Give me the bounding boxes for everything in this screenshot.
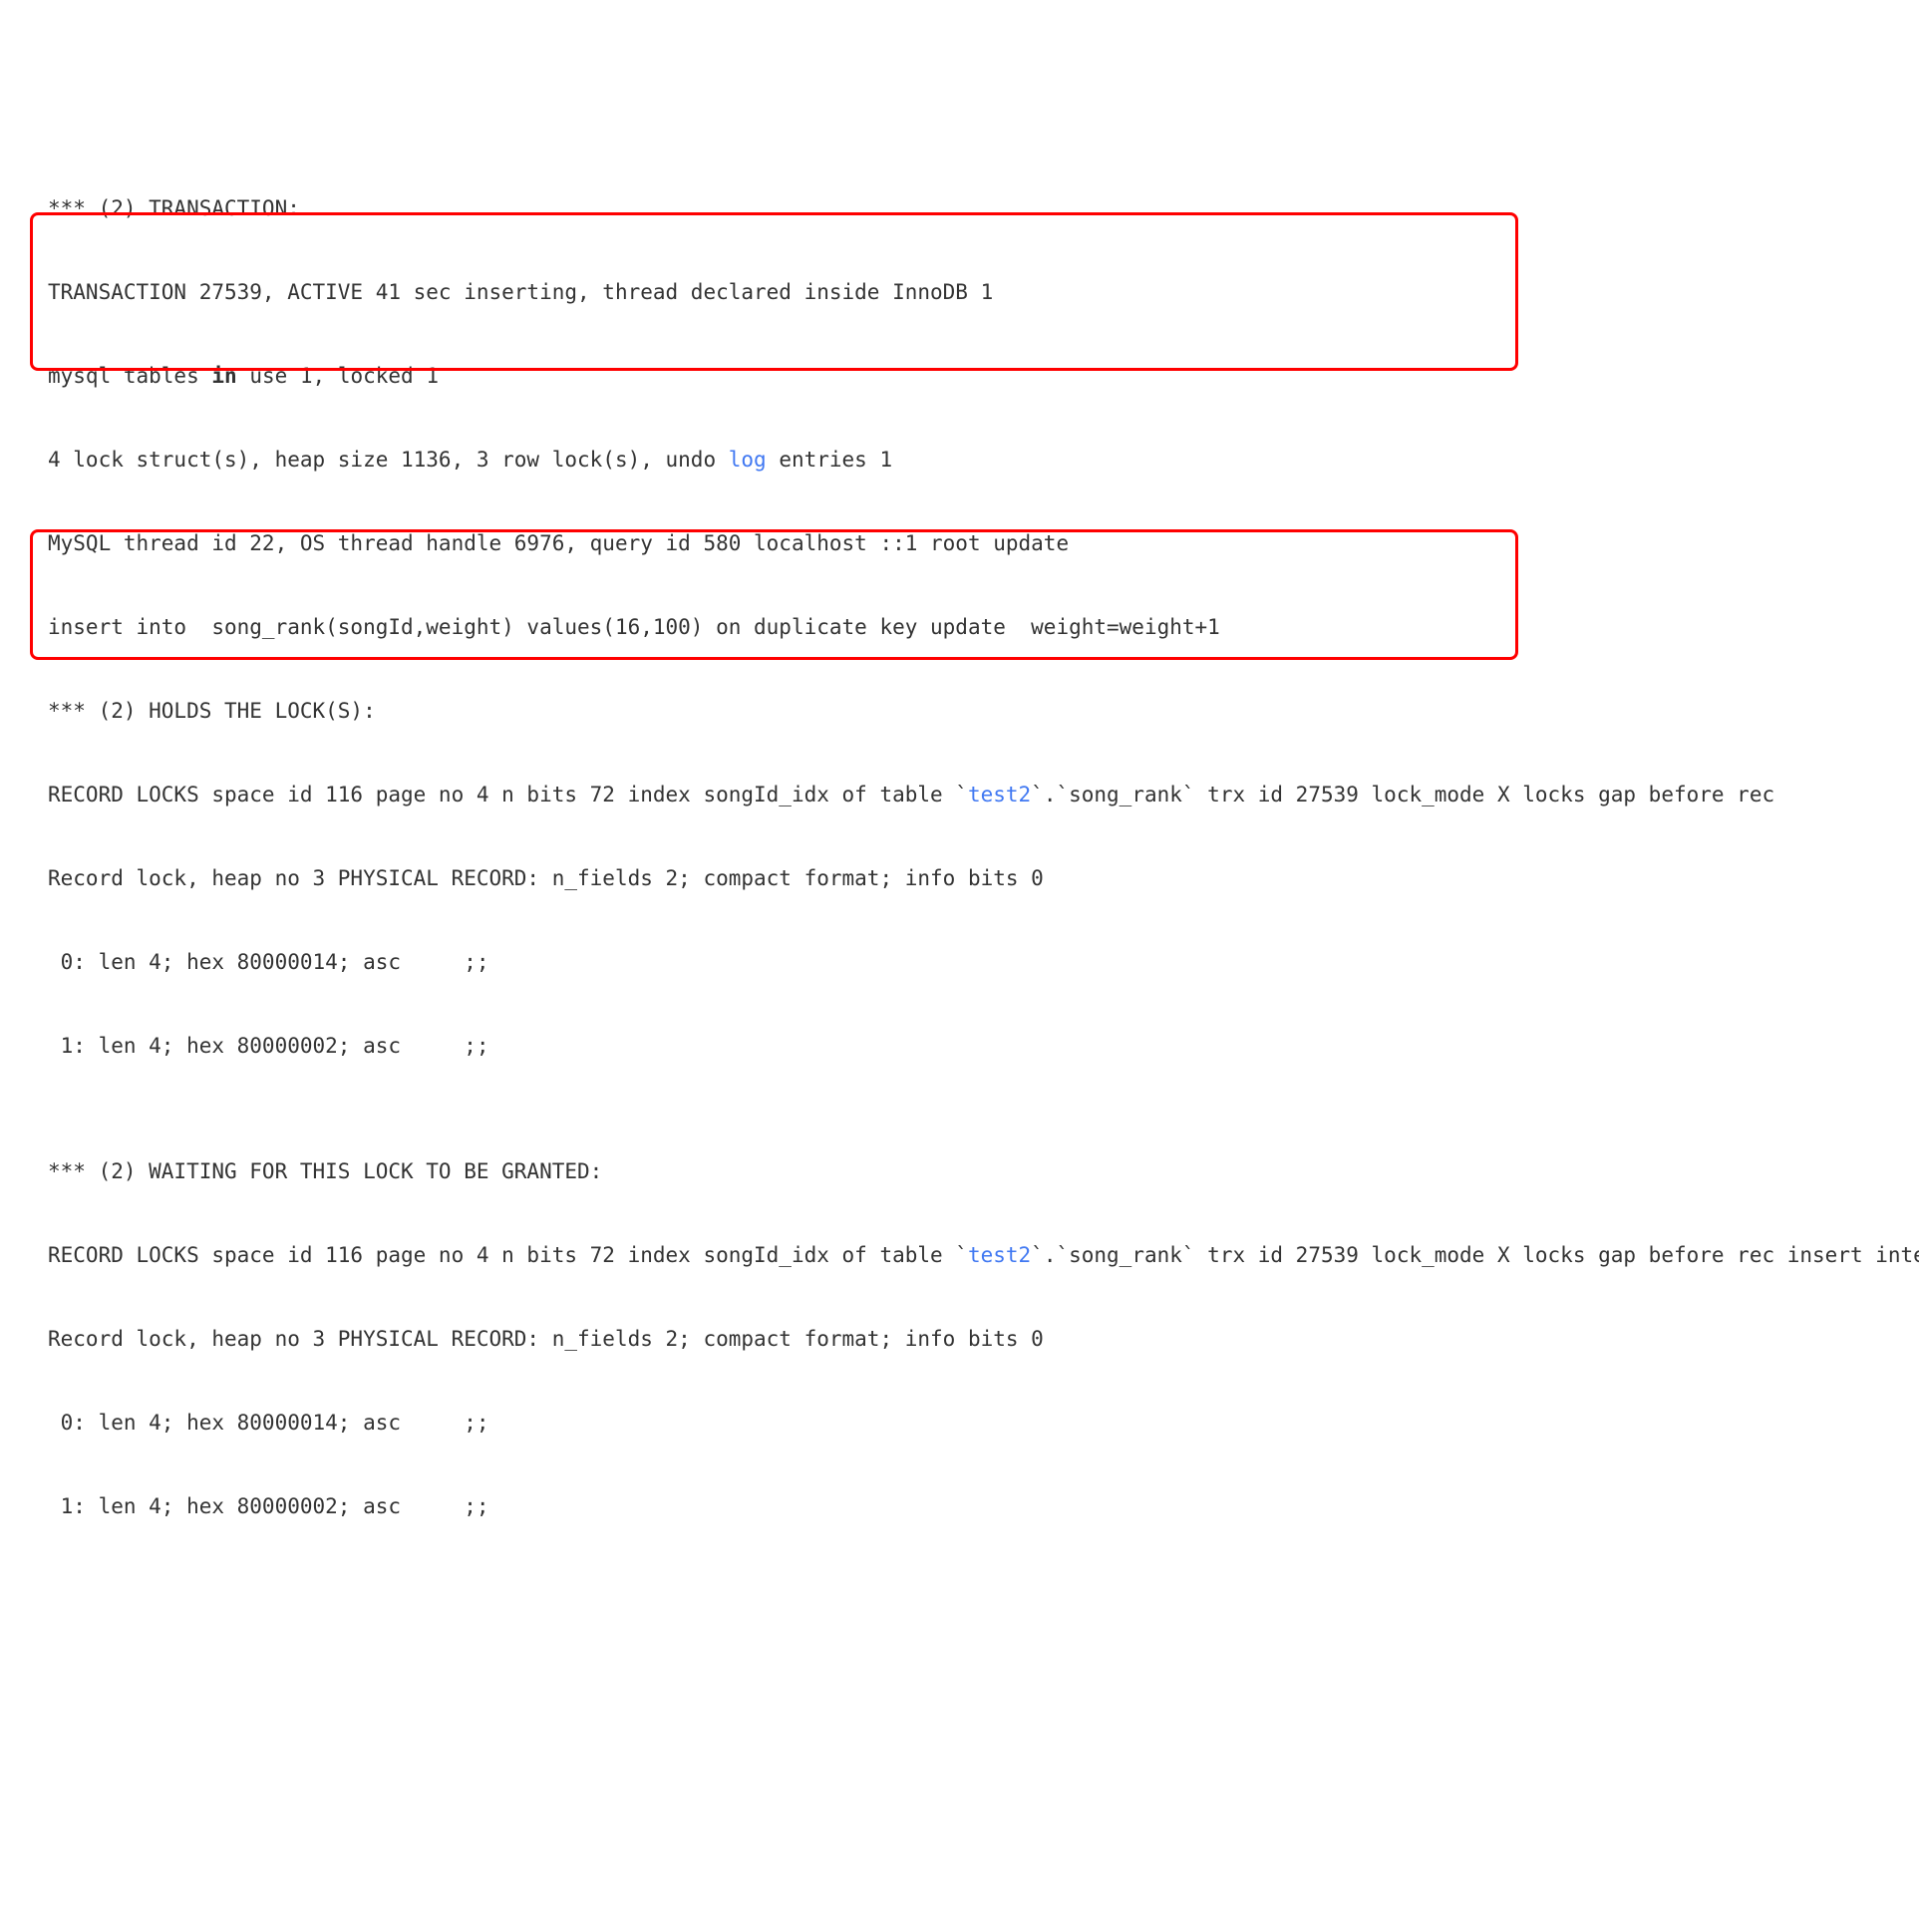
- code-line: TRANSACTION 27539, ACTIVE 41 sec inserti…: [48, 271, 1919, 313]
- watermark-text: @稀土掘金技术社区: [1766, 1928, 1901, 1932]
- code-line: *** (2) TRANSACTION:: [48, 187, 1919, 229]
- code-line: 0: len 4; hex 80000014; asc ;;: [48, 1402, 1919, 1444]
- code-line: *** (2) WAITING FOR THIS LOCK TO BE GRAN…: [48, 1150, 1919, 1192]
- code-text: 4 lock struct(s), heap size 1136, 3 row …: [48, 448, 729, 472]
- keyword-in: in: [211, 364, 236, 388]
- code-line: Record lock, heap no 3 PHYSICAL RECORD: …: [48, 857, 1919, 899]
- code-line: 0: len 4; hex 80000014; asc ;;: [48, 941, 1919, 983]
- code-text: use 1, locked 1: [237, 364, 439, 388]
- code-text: `.`song_rank` trx id 27539 lock_mode X l…: [1031, 1243, 1919, 1267]
- code-line: *** (2) HOLDS THE LOCK(S):: [48, 690, 1919, 732]
- code-line: 4 lock struct(s), heap size 1136, 3 row …: [48, 439, 1919, 481]
- code-text: RECORD LOCKS space id 116 page no 4 n bi…: [48, 1243, 968, 1267]
- code-line: RECORD LOCKS space id 116 page no 4 n bi…: [48, 774, 1919, 815]
- code-line: mysql tables in use 1, locked 1: [48, 355, 1919, 397]
- token-test2: test2: [968, 783, 1031, 806]
- code-text: mysql tables: [48, 364, 211, 388]
- code-text: RECORD LOCKS space id 116 page no 4 n bi…: [48, 783, 968, 806]
- code-line: insert into song_rank(songId,weight) val…: [48, 606, 1919, 648]
- token-test2: test2: [968, 1243, 1031, 1267]
- code-line: 1: len 4; hex 80000002; asc ;;: [48, 1025, 1919, 1067]
- code-line: Record lock, heap no 3 PHYSICAL RECORD: …: [48, 1318, 1919, 1360]
- code-line: MySQL thread id 22, OS thread handle 697…: [48, 522, 1919, 564]
- token-log: log: [729, 448, 767, 472]
- code-line: RECORD LOCKS space id 116 page no 4 n bi…: [48, 1234, 1919, 1276]
- code-text: `.`song_rank` trx id 27539 lock_mode X l…: [1031, 783, 1774, 806]
- code-line: 1: len 4; hex 80000002; asc ;;: [48, 1485, 1919, 1527]
- code-text: entries 1: [767, 448, 892, 472]
